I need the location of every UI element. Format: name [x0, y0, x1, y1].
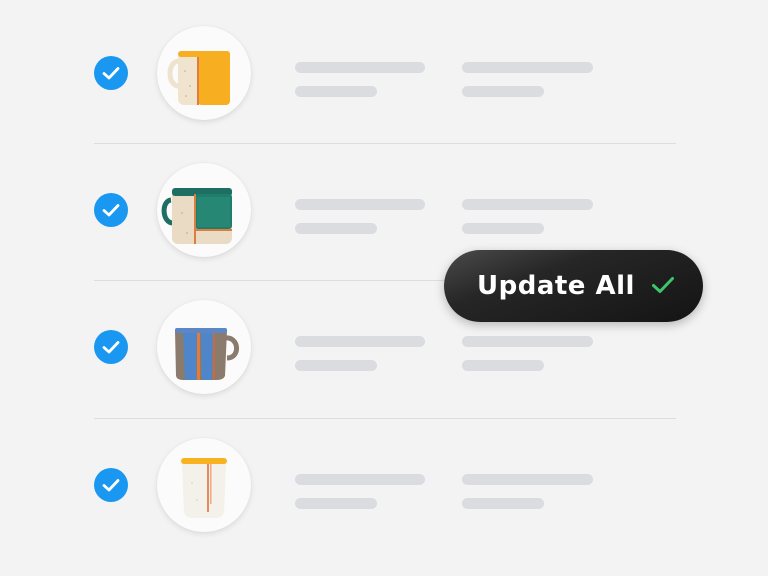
- selected-checkbox[interactable]: [94, 56, 128, 90]
- product-thumbnail: [157, 163, 251, 257]
- placeholder-line: [295, 62, 425, 73]
- row-divider: [94, 418, 676, 419]
- product-thumbnail: [157, 300, 251, 394]
- update-all-label: Update All: [477, 271, 635, 301]
- check-icon: [102, 479, 120, 492]
- check-icon: [102, 204, 120, 217]
- placeholder-line: [462, 336, 593, 347]
- check-icon: [652, 277, 674, 293]
- white-yellow-cup-image: [181, 458, 227, 518]
- placeholder-line: [462, 62, 593, 73]
- product-thumbnail: [157, 438, 251, 532]
- teal-mug-image: [161, 188, 232, 244]
- placeholder-line: [462, 474, 593, 485]
- blue-stripe-mug-image: [175, 328, 239, 380]
- placeholder-line: [462, 360, 544, 371]
- selected-checkbox[interactable]: [94, 330, 128, 364]
- placeholder-line: [295, 474, 425, 485]
- row-divider: [94, 143, 676, 144]
- check-icon: [102, 341, 120, 354]
- selected-checkbox[interactable]: [94, 193, 128, 227]
- placeholder-line: [295, 360, 377, 371]
- update-all-button[interactable]: Update All: [444, 250, 703, 322]
- check-icon: [102, 67, 120, 80]
- product-update-list: Update All: [0, 0, 768, 576]
- placeholder-line: [462, 498, 544, 509]
- placeholder-line: [295, 336, 425, 347]
- placeholder-line: [462, 199, 593, 210]
- placeholder-line: [462, 223, 544, 234]
- placeholder-line: [295, 223, 377, 234]
- list-item[interactable]: [0, 418, 768, 554]
- selected-checkbox[interactable]: [94, 468, 128, 502]
- placeholder-line: [462, 86, 544, 97]
- product-thumbnail: [157, 26, 251, 120]
- placeholder-line: [295, 498, 377, 509]
- orange-mug-image: [167, 51, 230, 105]
- list-item[interactable]: [0, 6, 768, 142]
- placeholder-line: [295, 86, 377, 97]
- placeholder-line: [295, 199, 425, 210]
